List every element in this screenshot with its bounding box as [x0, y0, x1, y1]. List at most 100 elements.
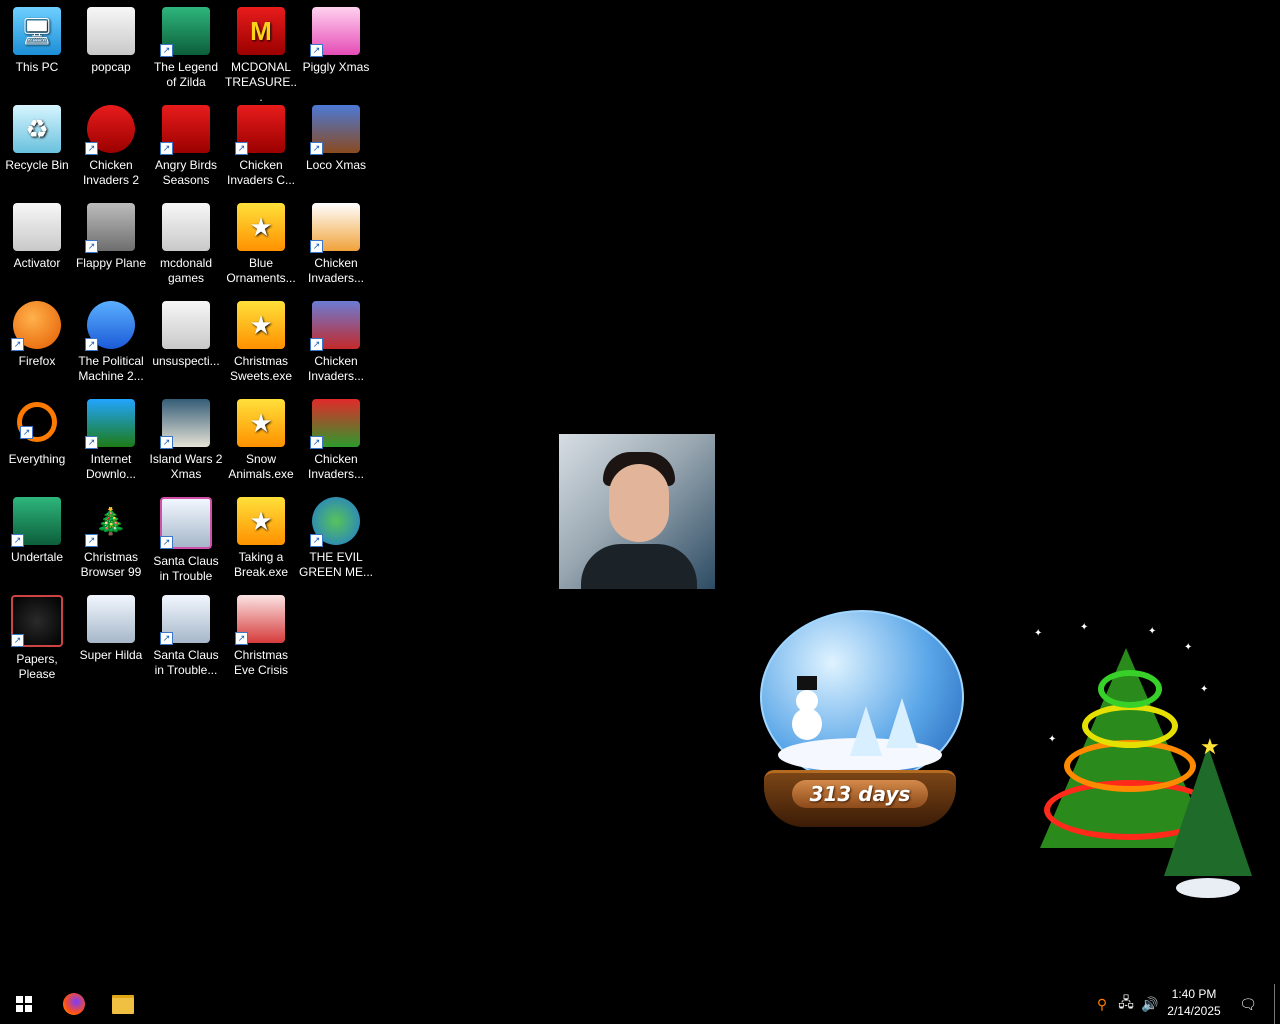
taskbar: ⚲ 🖧 🔊 1:40 PM 2/14/2025 🗨 [0, 984, 1280, 1024]
desktop-icon-firefox[interactable]: ↗ Firefox [0, 296, 74, 390]
taskbar-clock[interactable]: 1:40 PM 2/14/2025 [1160, 986, 1228, 1020]
shortcut-arrow-icon: ↗ [11, 634, 24, 647]
sparkle-icon: ✦ [1184, 642, 1193, 653]
desktop-icon-label: The Political Machine 2... [78, 354, 144, 383]
desktop-icon-label: Taking a Break.exe [233, 550, 289, 579]
desktop-icon-activator[interactable]: Activator [0, 198, 74, 292]
desktop-icon-political-machine[interactable]: ↗ The Political Machine 2... [74, 296, 148, 390]
desktop-icon-santa-claus-in-trouble[interactable]: ↗ Santa Claus in Trouble [149, 492, 223, 586]
shortcut-arrow-icon: ↗ [160, 142, 173, 155]
shortcut-arrow-icon: ↗ [310, 338, 323, 351]
desktop-icon-piggly-xmas[interactable]: ↗ Piggly Xmas [299, 2, 373, 96]
desktop-icon-this-pc[interactable]: 🖥 This PC [0, 2, 74, 96]
island-wars-icon: ↗ [160, 399, 210, 449]
notification-icon[interactable]: 🗨 [1236, 984, 1260, 1024]
desktop-icon-label: Island Wars 2 Xmas [149, 452, 223, 481]
messenger-icon: ↗ [310, 497, 360, 547]
file-icon [13, 203, 61, 251]
desktop-icon-chicken-invaders-2[interactable]: ↗ Chicken Invaders 2 [74, 100, 148, 194]
christmas-tree-widget[interactable]: ✦ ✦ ✦ ✦ ✦ ✦ ★ [1024, 622, 1260, 904]
desktop-icon-taking-a-break[interactable]: ★ Taking a Break.exe [224, 492, 298, 586]
chicken-icon: ↗ [310, 399, 360, 449]
shortcut-arrow-icon: ↗ [235, 142, 248, 155]
globe-download-icon: ↗ [85, 399, 135, 449]
desktop-icon-island-wars-2[interactable]: ↗ Island Wars 2 Xmas [149, 394, 223, 488]
snowman-hat [797, 676, 817, 690]
desktop-icon-super-hilda[interactable]: Super Hilda [74, 590, 148, 684]
desktop-icon-recycle-bin[interactable]: ♻ Recycle Bin [0, 100, 74, 194]
show-desktop-button[interactable] [1274, 984, 1275, 1024]
firefox-icon: ↗ [11, 301, 61, 351]
desktop-icon-chicken-invaders-c[interactable]: ↗ Chicken Invaders C... [224, 100, 298, 194]
shortcut-arrow-icon: ↗ [235, 632, 248, 645]
magnifier-icon: ↗ [17, 402, 57, 442]
desktop-icon-label: unsuspecti... [152, 354, 220, 368]
desktop-icon-label: Chicken Invaders... [307, 452, 365, 481]
desktop-icon-chicken-invaders-d[interactable]: ↗ Chicken Invaders... [299, 394, 373, 488]
desktop-icon-mcdonald-games[interactable]: mcdonald games [149, 198, 223, 292]
desktop-icon-flappy-plane[interactable]: ↗ Flappy Plane [74, 198, 148, 292]
desktop-icon-everything[interactable]: ↗ Everything [0, 394, 74, 488]
countdown-days: 313 days [809, 782, 911, 806]
chicken-icon: ↗ [310, 301, 360, 351]
shortcut-arrow-icon: ↗ [160, 436, 173, 449]
desktop-icon-label: The Legend of Zilda [153, 60, 219, 89]
desktop-icon-mcdonald-treasure[interactable]: M MCDONAL TREASURE... [224, 2, 298, 104]
desktop-icon-label: Christmas Sweets.exe [229, 354, 293, 383]
desktop-icon-christmas-eve-crisis[interactable]: ↗ Christmas Eve Crisis [224, 590, 298, 684]
snow-globe-widget[interactable]: 313 days [758, 610, 964, 827]
desktop-icon-popcap[interactable]: popcap [74, 2, 148, 96]
christmas-tree-icon: 🎄 ↗ [85, 497, 135, 547]
sparkle-icon: ✦ [1048, 734, 1057, 745]
desktop-icon-internet-download-manager[interactable]: ↗ Internet Downlo... [74, 394, 148, 488]
desktop-icon-label: Everything [8, 452, 66, 466]
desktop-icon-blue-ornaments[interactable]: ★ Blue Ornaments... [224, 198, 298, 292]
desktop-icon-papers-please[interactable]: ↗ Papers, Please [0, 590, 74, 684]
desktop-icon-label: Chicken Invaders... [307, 256, 365, 285]
snow-pile [1176, 878, 1240, 898]
desktop-icon-label: popcap [91, 60, 131, 74]
desktop-icon-unsuspecting[interactable]: unsuspecti... [149, 296, 223, 390]
sparkle-icon: ✦ [1200, 684, 1209, 695]
snow-tree-icon [886, 698, 918, 748]
desktop-icon-christmas-browser[interactable]: 🎄 ↗ Christmas Browser 99 [74, 492, 148, 586]
desktop-icon-label: Piggly Xmas [302, 60, 370, 74]
network-icon[interactable]: 🖧 [1114, 984, 1138, 1024]
shortcut-arrow-icon: ↗ [11, 534, 24, 547]
photo-widget[interactable] [559, 434, 715, 589]
shortcut-arrow-icon: ↗ [160, 44, 173, 57]
volume-icon[interactable]: 🔊 [1138, 984, 1162, 1024]
small-christmas-tree-icon [1164, 746, 1252, 876]
desktop-icon-label: Flappy Plane [75, 256, 147, 270]
shortcut-arrow-icon: ↗ [85, 436, 98, 449]
desktop-icon-santa-claus-in-trouble-2[interactable]: ↗ Santa Claus in Trouble... [149, 590, 223, 684]
taskbar-file-explorer-button[interactable] [99, 984, 147, 1024]
desktop-icon-chicken-invaders-a[interactable]: ↗ Chicken Invaders... [299, 198, 373, 292]
political-machine-icon: ↗ [85, 301, 135, 351]
desktop-icon-legend-of-zilda[interactable]: ↗ The Legend of Zilda [149, 2, 223, 96]
desktop-icon-evil-green-messenger[interactable]: ↗ THE EVIL GREEN ME... [299, 492, 373, 586]
desktop-icon-undertale[interactable]: ↗ Undertale [0, 492, 74, 586]
search-tool-icon[interactable]: ⚲ [1090, 984, 1114, 1024]
sparkle-icon: ✦ [1148, 626, 1157, 637]
file-explorer-icon [112, 994, 134, 1014]
folder-icon [87, 7, 135, 55]
desktop-icon-label: Christmas Eve Crisis [233, 648, 288, 677]
star-app-icon: ★ [237, 203, 285, 251]
desktop-icon-angry-birds-seasons[interactable]: ↗ Angry Birds Seasons [149, 100, 223, 194]
desktop-icon-loco-xmas[interactable]: ↗ Loco Xmas [299, 100, 373, 194]
start-button[interactable] [0, 984, 48, 1024]
computer-icon: 🖥 [13, 7, 61, 55]
shortcut-arrow-icon: ↗ [11, 338, 24, 351]
mcdonalds-icon: M [237, 7, 285, 55]
desktop-icon-label: Papers, Please [16, 652, 58, 681]
taskbar-firefox-button[interactable] [50, 984, 98, 1024]
desktop-icon-christmas-sweets[interactable]: ★ Christmas Sweets.exe [224, 296, 298, 390]
shortcut-arrow-icon: ↗ [310, 240, 323, 253]
sparkle-icon: ✦ [1080, 622, 1089, 633]
desktop-icon-snow-animals[interactable]: ★ Snow Animals.exe [224, 394, 298, 488]
shortcut-arrow-icon: ↗ [310, 142, 323, 155]
photo-face [609, 464, 669, 542]
shortcut-arrow-icon: ↗ [310, 436, 323, 449]
desktop-icon-chicken-invaders-b[interactable]: ↗ Chicken Invaders... [299, 296, 373, 390]
